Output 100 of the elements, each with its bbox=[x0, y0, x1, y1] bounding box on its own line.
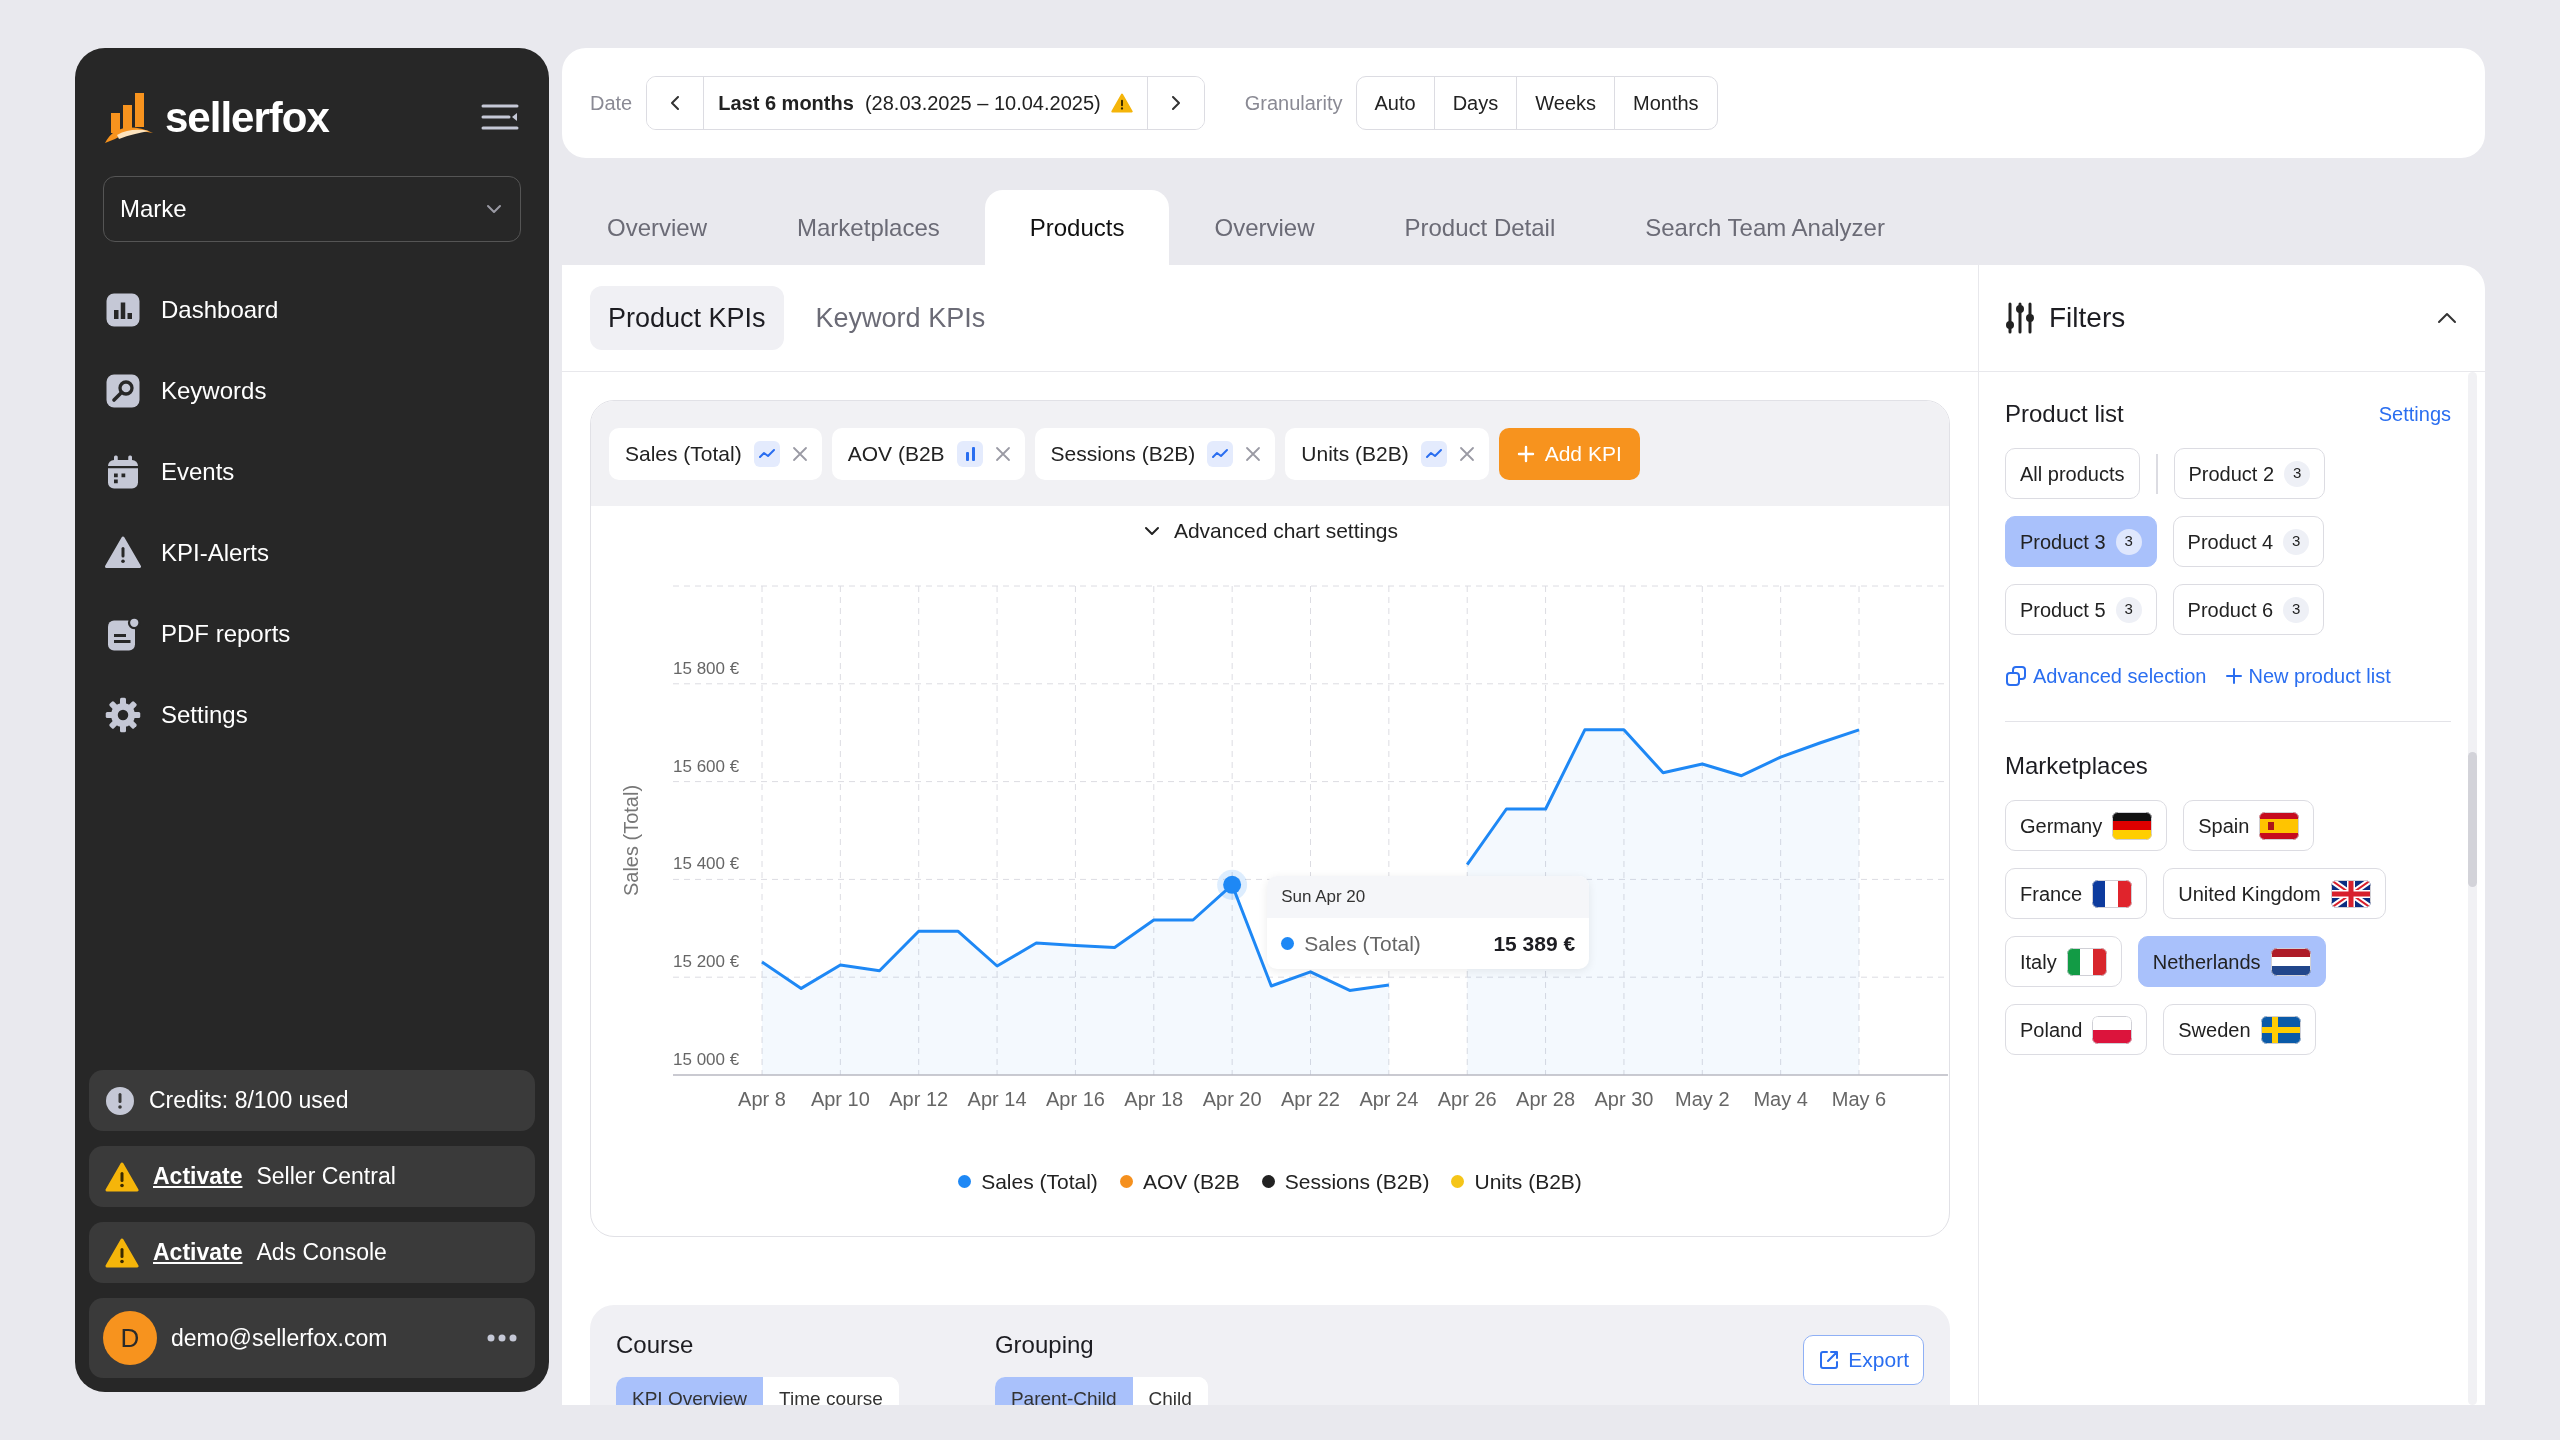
nav-item[interactable]: Dashboard bbox=[89, 269, 535, 350]
alert-text: Seller Central bbox=[256, 1162, 396, 1192]
menu-icon[interactable] bbox=[481, 102, 519, 132]
scrollbar[interactable] bbox=[2468, 752, 2477, 887]
x-tick-label: Apr 30 bbox=[1594, 1087, 1654, 1110]
marketplace-chip[interactable]: France bbox=[2005, 868, 2148, 919]
filter-chip[interactable]: Product 5 3 bbox=[2005, 584, 2157, 635]
nav-item[interactable]: Events bbox=[89, 431, 535, 512]
tab[interactable]: Search Team Analyzer bbox=[1600, 190, 1930, 265]
count-badge: 3 bbox=[2283, 596, 2310, 623]
segment-button[interactable]: KPI Overview bbox=[616, 1377, 764, 1405]
x-tick-label: Apr 14 bbox=[967, 1087, 1027, 1110]
logo: sellerfox bbox=[165, 92, 329, 143]
flag-icon bbox=[2259, 811, 2300, 840]
legend-label: Units (B2B) bbox=[1474, 1168, 1582, 1195]
flag-icon bbox=[2092, 879, 2133, 908]
nav-item[interactable]: Keywords bbox=[89, 350, 535, 431]
filter-chip[interactable]: All products bbox=[2005, 448, 2140, 499]
tab[interactable]: Products bbox=[984, 190, 1170, 265]
section-title: Course bbox=[616, 1330, 695, 1360]
nav-item[interactable]: KPI-Alerts bbox=[89, 512, 535, 593]
section-title: Marketplaces bbox=[2005, 752, 2148, 779]
granularity-button[interactable]: Auto bbox=[1355, 76, 1435, 130]
granularity-button[interactable]: Days bbox=[1433, 76, 1518, 130]
nav-item[interactable]: PDF reports bbox=[89, 593, 535, 674]
warning-icon bbox=[105, 534, 141, 571]
user-email: demo@sellerfox.com bbox=[171, 1323, 389, 1353]
document-icon bbox=[105, 615, 141, 652]
marketplace-chip[interactable]: Italy bbox=[2005, 936, 2122, 987]
marketplace-chip[interactable]: Germany bbox=[2005, 800, 2168, 851]
x-tick-label: Apr 10 bbox=[810, 1087, 870, 1110]
new-product-list-link[interactable]: New product list bbox=[2226, 661, 2391, 691]
count-badge: 3 bbox=[2115, 528, 2142, 555]
filter-chip[interactable]: Product 3 3 bbox=[2005, 516, 2157, 567]
filter-chip[interactable]: Product 4 3 bbox=[2172, 516, 2325, 567]
flag-icon bbox=[2260, 1015, 2301, 1044]
warning-icon bbox=[105, 1237, 139, 1268]
line-chart-icon bbox=[753, 440, 780, 467]
kpi-chip[interactable]: Sessions (B2B) bbox=[1034, 427, 1276, 480]
granularity-button[interactable]: Weeks bbox=[1516, 76, 1615, 130]
count-badge: 3 bbox=[2284, 460, 2311, 487]
tooltip-label: Sales (Total) bbox=[1304, 930, 1422, 957]
tab[interactable]: Marketplaces bbox=[752, 190, 985, 265]
chevron-right-icon bbox=[1171, 96, 1180, 110]
marketplace-chip[interactable]: Poland bbox=[2005, 1004, 2148, 1055]
flag-icon bbox=[2092, 1015, 2133, 1044]
flag-icon bbox=[2066, 947, 2107, 976]
brand-select[interactable]: Marke bbox=[103, 176, 521, 242]
kpi-chip[interactable]: Units (B2B) bbox=[1285, 427, 1489, 480]
close-icon[interactable] bbox=[1458, 445, 1475, 462]
date-label: Date bbox=[590, 91, 633, 116]
filter-sliders-icon bbox=[2005, 302, 2035, 334]
x-tick-label: May 2 bbox=[1675, 1087, 1730, 1110]
marketplace-chip[interactable]: Sweden bbox=[2163, 1004, 2316, 1055]
tab[interactable]: Overview bbox=[1169, 190, 1360, 265]
count-badge: 3 bbox=[2115, 596, 2142, 623]
export-button[interactable]: Export bbox=[1803, 1335, 1924, 1385]
filter-chip[interactable]: Product 6 3 bbox=[2172, 584, 2325, 635]
marketplace-chip[interactable]: Spain bbox=[2183, 800, 2315, 851]
x-tick-label: May 4 bbox=[1753, 1087, 1808, 1110]
y-tick-label: 15 200 € bbox=[673, 951, 740, 971]
sub-tab[interactable]: Product KPIs bbox=[590, 285, 784, 351]
credits-text: Credits: 8/100 used bbox=[149, 1086, 349, 1116]
warning-icon bbox=[105, 1161, 139, 1192]
close-icon[interactable] bbox=[1245, 445, 1262, 462]
sub-tab[interactable]: Keyword KPIs bbox=[797, 285, 1004, 351]
close-icon[interactable] bbox=[994, 445, 1011, 462]
close-icon[interactable] bbox=[791, 445, 808, 462]
filter-chip[interactable]: Product 2 3 bbox=[2173, 448, 2326, 499]
advanced-settings-toggle[interactable]: Advanced chart settings bbox=[1135, 514, 1405, 548]
settings-link[interactable]: Settings bbox=[2378, 399, 2451, 429]
x-tick-label: Apr 18 bbox=[1124, 1087, 1184, 1110]
x-tick-label: Apr 22 bbox=[1281, 1087, 1340, 1110]
advanced-selection-link[interactable]: Advanced selection bbox=[2005, 661, 2207, 691]
kpi-chip[interactable]: AOV (B2B bbox=[831, 427, 1025, 480]
line-chart-icon bbox=[1207, 440, 1234, 467]
marketplace-chip[interactable]: United Kingdom bbox=[2163, 868, 2386, 919]
alert-text: Ads Console bbox=[256, 1238, 387, 1268]
tab[interactable]: Overview bbox=[562, 190, 753, 265]
segment-button[interactable]: Parent-Child bbox=[994, 1377, 1133, 1405]
info-icon bbox=[105, 1085, 135, 1116]
marketplace-chip[interactable]: Netherlands bbox=[2137, 936, 2326, 987]
granularity-button[interactable]: Months bbox=[1614, 76, 1718, 130]
x-tick-label: Apr 26 bbox=[1437, 1087, 1497, 1110]
more-icon[interactable] bbox=[487, 1334, 517, 1342]
avatar: D bbox=[103, 1311, 157, 1365]
kpi-chip[interactable]: Sales (Total) bbox=[609, 427, 822, 480]
tab[interactable]: Product Detail bbox=[1359, 190, 1601, 265]
y-tick-label: 15 400 € bbox=[673, 853, 740, 873]
x-tick-label: Apr 8 bbox=[738, 1087, 786, 1110]
tooltip-value: 15 389 € bbox=[1493, 930, 1576, 957]
legend-label: Sessions (B2B) bbox=[1284, 1168, 1430, 1195]
nav-item[interactable]: Settings bbox=[89, 674, 535, 755]
series-dot bbox=[1281, 937, 1295, 950]
section-title: Grouping bbox=[994, 1330, 1095, 1360]
x-tick-label: Apr 28 bbox=[1516, 1087, 1576, 1110]
x-tick-label: May 6 bbox=[1831, 1087, 1887, 1110]
activate-link[interactable]: Activate bbox=[153, 1159, 243, 1194]
activate-link[interactable]: Activate bbox=[153, 1235, 243, 1270]
flag-icon bbox=[2112, 811, 2153, 840]
